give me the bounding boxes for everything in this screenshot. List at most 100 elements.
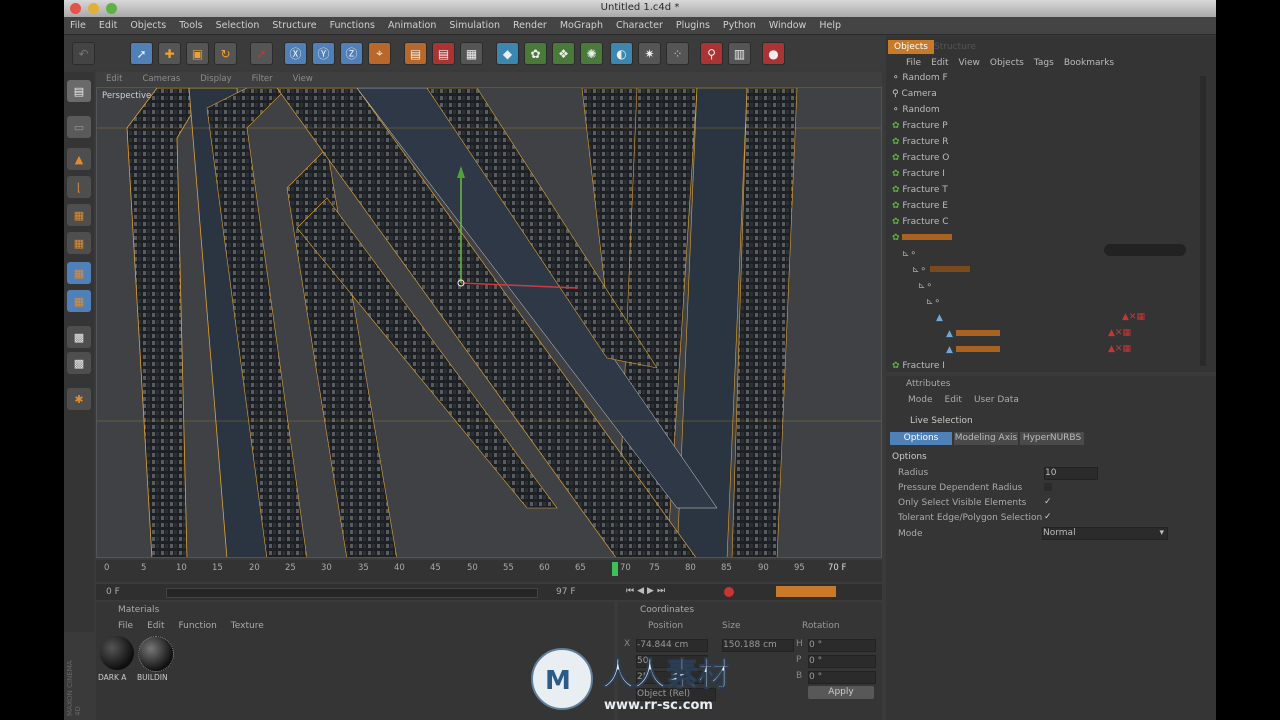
object-row-random[interactable]: ⚬ Random [892, 102, 940, 118]
materials-menu-function[interactable]: Function [179, 621, 217, 631]
object-row-fracture-i-2[interactable]: ✿ Fracture I [892, 358, 945, 374]
points-mode-icon[interactable]: ▦ [67, 204, 91, 226]
nurbs-icon[interactable]: ✿ [524, 42, 547, 65]
menu-animation[interactable]: Animation [382, 17, 443, 34]
p-rotation-field[interactable]: 0 ° [808, 655, 876, 668]
menu-simulation[interactable]: Simulation [443, 17, 507, 34]
object-row-fracture-i[interactable]: ✿ Fracture I [892, 166, 945, 182]
apply-button[interactable]: Apply [808, 686, 874, 699]
cube-icon[interactable]: ◆ [496, 42, 519, 65]
key-mode-buttons[interactable] [776, 586, 836, 597]
viewport-menu-edit[interactable]: Edit [96, 72, 132, 87]
edges-mode-icon[interactable]: ▦ [67, 232, 91, 254]
tab-options[interactable]: Options [890, 432, 952, 445]
object-row-fracture-o[interactable]: ✿ Fracture O [892, 150, 949, 166]
live-selection-icon[interactable]: ➚ [130, 42, 153, 65]
mode-select[interactable]: Normal ▾ [1042, 527, 1168, 540]
menu-character[interactable]: Character [610, 17, 670, 34]
viewport-menu-filter[interactable]: Filter [242, 72, 283, 87]
materials-menu-edit[interactable]: Edit [147, 621, 164, 631]
sculpt-icon[interactable]: ✱ [67, 388, 91, 410]
menu-help[interactable]: Help [813, 17, 848, 34]
materials-menu-texture[interactable]: Texture [231, 621, 264, 631]
radius-field[interactable]: 10 [1044, 467, 1098, 480]
polygons-mode-icon[interactable]: ▦ [67, 262, 91, 284]
menu-tools[interactable]: Tools [173, 17, 209, 34]
object-axis-icon[interactable]: ▲ [67, 148, 91, 170]
tolerant-checkbox[interactable]: ✓ [1044, 512, 1052, 522]
h-rotation-field[interactable]: 0 ° [808, 639, 876, 652]
menu-python[interactable]: Python [717, 17, 763, 34]
x-axis-icon[interactable]: Ⓧ [284, 42, 307, 65]
y-axis-icon[interactable]: Ⓨ [312, 42, 335, 65]
object-row-null[interactable]: ⊾⚬ [926, 294, 941, 310]
model-mode-icon[interactable]: ▤ [67, 80, 91, 102]
viewport-menu-display[interactable]: Display [190, 72, 241, 87]
move-icon[interactable]: ✚ [158, 42, 181, 65]
render-picture-viewer-icon[interactable]: ▤ [432, 42, 455, 65]
menu-objects[interactable]: Objects [124, 17, 173, 34]
menu-mograph[interactable]: MoGraph [554, 17, 610, 34]
scale-icon[interactable]: ▣ [186, 42, 209, 65]
texture-tag-icon[interactable]: ▲✕▦ [1108, 344, 1131, 354]
record-keyframe-button[interactable] [724, 587, 734, 597]
render-view-icon[interactable]: ▤ [404, 42, 427, 65]
om-menu-file[interactable]: File [906, 58, 921, 68]
menu-file[interactable]: File [64, 17, 93, 34]
object-row-null[interactable]: ⊾⚬ [918, 278, 933, 294]
b-rotation-field[interactable]: 0 ° [808, 671, 876, 684]
menu-render[interactable]: Render [507, 17, 554, 34]
visible-checkbox[interactable]: ✓ [1044, 497, 1052, 507]
texture-tag-icon[interactable]: ▲✕▦ [1108, 328, 1131, 338]
last-tool-icon[interactable]: ➚ [250, 42, 273, 65]
frame-range-slider[interactable] [166, 588, 538, 598]
menu-selection[interactable]: Selection [210, 17, 267, 34]
timeline-ruler[interactable]: 0 5 10 15 20 25 30 35 40 45 50 55 60 65 … [96, 560, 882, 582]
particle-icon[interactable]: ⁘ [666, 42, 689, 65]
light-icon[interactable]: ✷ [638, 42, 661, 65]
camera-icon[interactable]: ⚲ [700, 42, 723, 65]
attr-menu-user-data[interactable]: User Data [974, 395, 1019, 405]
object-row-polygon[interactable]: ▲ [946, 326, 1000, 342]
object-row-fracture-r[interactable]: ✿ Fracture R [892, 134, 948, 150]
material-tags[interactable] [1104, 244, 1186, 256]
om-menu-objects[interactable]: Objects [990, 58, 1024, 68]
rotate-icon[interactable]: ↻ [214, 42, 237, 65]
om-menu-tags[interactable]: Tags [1034, 58, 1054, 68]
om-menu-edit[interactable]: Edit [931, 58, 948, 68]
z-axis-icon[interactable]: Ⓩ [340, 42, 363, 65]
texture-mode-icon[interactable]: ▭ [67, 116, 91, 138]
menu-functions[interactable]: Functions [324, 17, 382, 34]
uv-mode-icon[interactable]: ▦ [67, 290, 91, 312]
snap-icon[interactable]: ▩ [67, 352, 91, 374]
floor-icon[interactable]: ▥ [728, 42, 751, 65]
object-row-selected[interactable]: ✿ [892, 230, 953, 246]
object-manager-scrollbar[interactable] [1200, 76, 1206, 366]
texture-tag-icon[interactable]: ▲✕▦ [1122, 312, 1145, 322]
playback-controls[interactable]: ⏮◀▶⏭ [626, 586, 668, 596]
object-row-fracture-c[interactable]: ✿ Fracture C [892, 214, 949, 230]
menu-structure[interactable]: Structure [266, 17, 323, 34]
cloner-icon[interactable]: ✺ [580, 42, 603, 65]
tab-modeling-axis[interactable]: Modeling Axis [954, 432, 1018, 445]
axis-mode-icon[interactable]: ⌊ [67, 176, 91, 198]
viewport-menu-view[interactable]: View [283, 72, 323, 87]
object-row-fracture-p[interactable]: ✿ Fracture P [892, 118, 948, 134]
undo-icon[interactable]: ↶ [72, 42, 95, 65]
pressure-checkbox[interactable] [1044, 483, 1052, 491]
object-row-fracture-t[interactable]: ✿ Fracture T [892, 182, 948, 198]
object-row-camera[interactable]: ⚲ Camera [892, 86, 937, 102]
material-building[interactable] [138, 636, 174, 672]
menu-edit[interactable]: Edit [93, 17, 124, 34]
object-row-null[interactable]: ⊾⚬ [912, 262, 970, 278]
object-row-polygon[interactable]: ▲ [946, 342, 1000, 358]
tab-objects[interactable]: Objects [888, 40, 935, 54]
render-settings-icon[interactable]: ▦ [460, 42, 483, 65]
menu-window[interactable]: Window [763, 17, 813, 34]
tab-hypernurbs[interactable]: HyperNURBS [1020, 432, 1084, 445]
scene-icon[interactable]: ◐ [610, 42, 633, 65]
viewport-menu-cameras[interactable]: Cameras [132, 72, 190, 87]
material-dark-a[interactable] [100, 636, 134, 670]
attr-menu-edit[interactable]: Edit [945, 395, 962, 405]
om-menu-bookmarks[interactable]: Bookmarks [1064, 58, 1114, 68]
